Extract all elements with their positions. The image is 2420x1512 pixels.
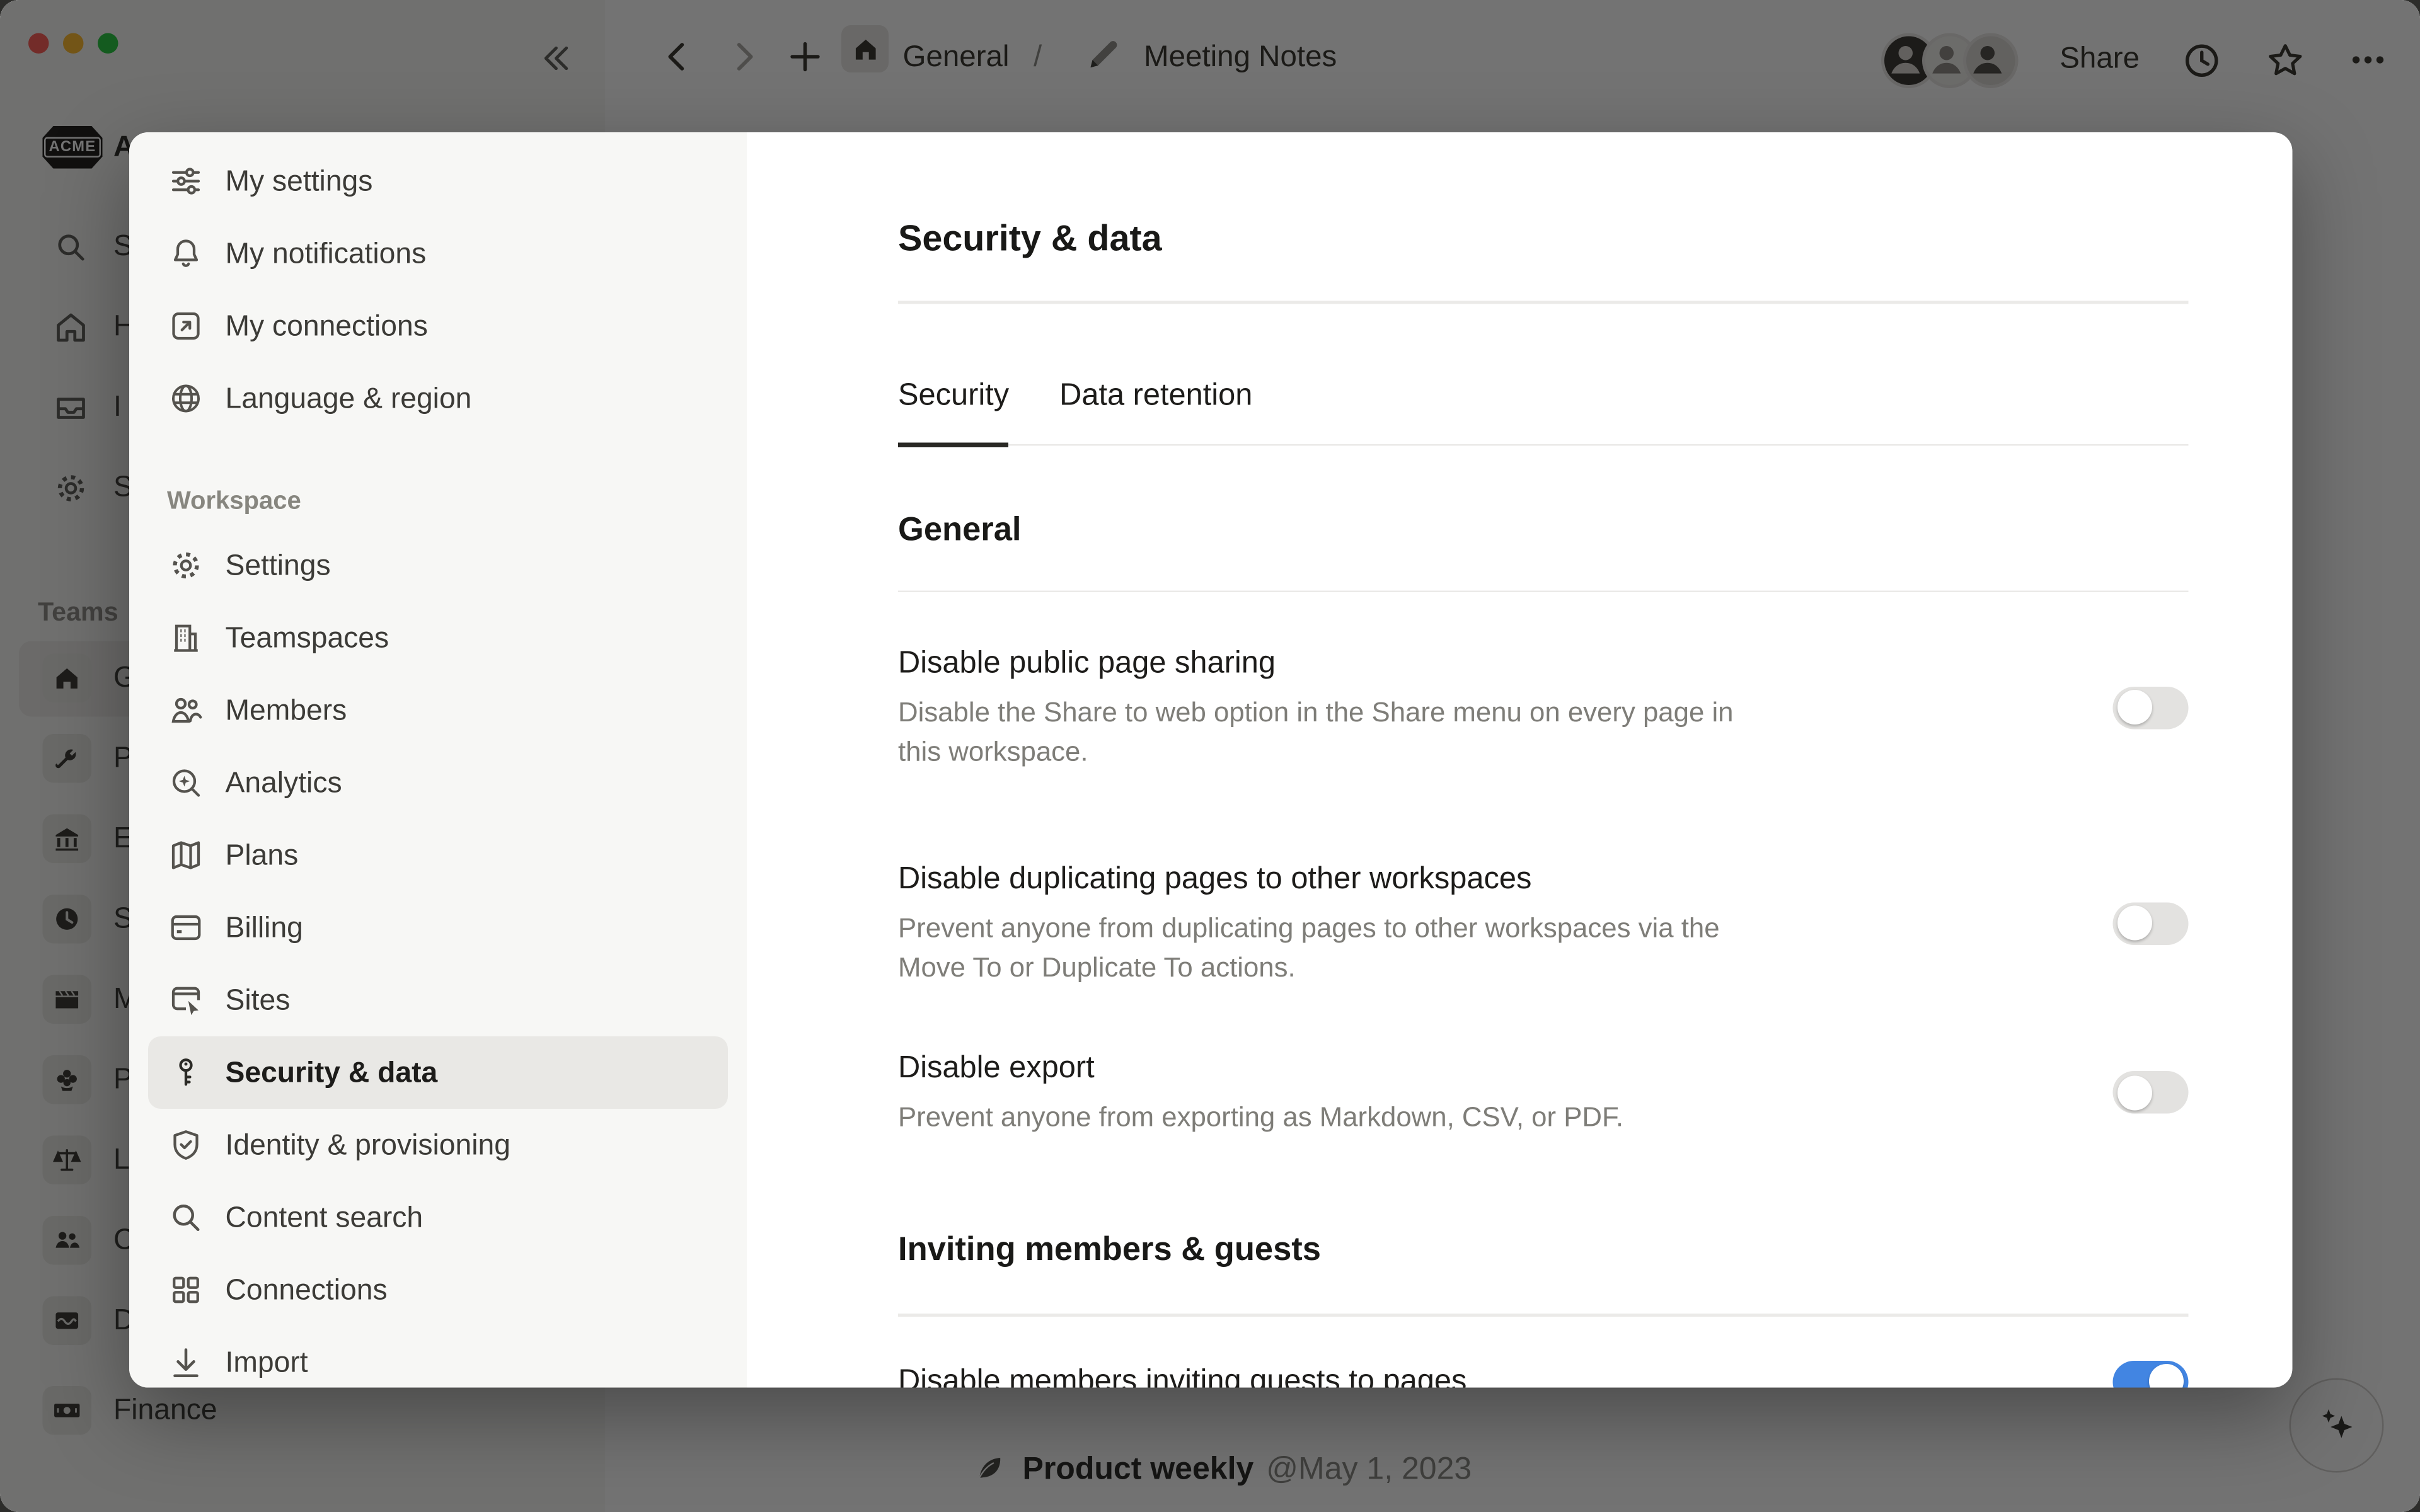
setting-description: Prevent anyone from duplicating pages to…: [898, 909, 1783, 988]
grid-icon: [167, 1271, 205, 1309]
map-icon: [167, 837, 205, 874]
import-arrow-icon: [167, 1344, 205, 1382]
search-icon: [167, 1199, 205, 1237]
setting-row-public-page-sharing: Disable public page sharing Disable the …: [898, 643, 2189, 772]
divider: [898, 301, 2189, 304]
globe-icon: [167, 380, 205, 418]
toggle-knob: [2118, 906, 2152, 941]
analytics-icon: [167, 764, 205, 802]
workspace-section-label: Workspace: [167, 488, 709, 517]
sites-icon: [167, 982, 205, 1019]
settings-modal: My settings My notifications My connecti…: [129, 132, 2293, 1388]
toggle-disable-public-page-sharing[interactable]: [2113, 686, 2189, 729]
building-icon: [167, 619, 205, 657]
setting-row-members-inviting-guests: Disable members inviting guests to pages: [898, 1360, 2189, 1388]
setting-row-disable-export: Disable export Prevent anyone from expor…: [898, 1048, 2189, 1138]
tab-bar: Security Data retention: [898, 377, 2189, 445]
sliders-icon: [167, 163, 205, 200]
nav-item-plans[interactable]: Plans: [148, 819, 728, 891]
nav-item-security-data[interactable]: Security & data: [148, 1036, 728, 1109]
section-header-inviting: Inviting members & guests: [898, 1232, 2189, 1269]
notion-window: General / Meeting Notes Share: [0, 0, 2420, 1512]
toggle-knob: [2149, 1364, 2184, 1388]
setting-description: Disable the Share to web option in the S…: [898, 693, 1783, 772]
bell-icon: [167, 235, 205, 273]
screen: General / Meeting Notes Share: [0, 0, 2420, 1512]
section-header-general: General: [898, 511, 2189, 549]
shield-check-icon: [167, 1126, 205, 1164]
nav-item-my-notifications[interactable]: My notifications: [148, 217, 728, 290]
setting-title: Disable members inviting guests to pages: [898, 1361, 1466, 1388]
gear-icon: [167, 547, 205, 585]
setting-title: Disable duplicating pages to other works…: [898, 859, 1783, 900]
card-icon: [167, 909, 205, 947]
members-icon: [167, 692, 205, 730]
toggle-disable-duplicating-pages[interactable]: [2113, 902, 2189, 944]
nav-item-my-connections[interactable]: My connections: [148, 290, 728, 362]
nav-item-settings[interactable]: Settings: [148, 529, 728, 602]
setting-title: Disable export: [898, 1048, 1623, 1089]
settings-nav: My settings My notifications My connecti…: [129, 132, 747, 1388]
nav-item-members[interactable]: Members: [148, 674, 728, 747]
nav-item-sites[interactable]: Sites: [148, 964, 728, 1036]
toggle-knob: [2118, 1075, 2152, 1109]
nav-item-teamspaces[interactable]: Teamspaces: [148, 602, 728, 674]
key-icon: [167, 1054, 205, 1092]
toggle-disable-export[interactable]: [2113, 1071, 2189, 1114]
nav-item-identity-provisioning[interactable]: Identity & provisioning: [148, 1109, 728, 1181]
setting-description: Prevent anyone from exporting as Markdow…: [898, 1098, 1623, 1138]
divider: [898, 590, 2189, 592]
tab-security[interactable]: Security: [898, 377, 1009, 447]
nav-item-import[interactable]: Import: [148, 1326, 728, 1388]
settings-page-title: Security & data: [898, 217, 2189, 260]
arrow-out-icon: [167, 307, 205, 345]
nav-item-analytics[interactable]: Analytics: [148, 747, 728, 819]
settings-content: Security & data Security Data retention …: [747, 132, 2293, 1388]
setting-title: Disable public page sharing: [898, 643, 1783, 684]
nav-item-connections[interactable]: Connections: [148, 1254, 728, 1326]
nav-item-content-search[interactable]: Content search: [148, 1181, 728, 1254]
nav-item-billing[interactable]: Billing: [148, 891, 728, 964]
setting-row-duplicating-pages: Disable duplicating pages to other works…: [898, 859, 2189, 988]
nav-item-language-region[interactable]: Language & region: [148, 362, 728, 435]
nav-item-my-settings[interactable]: My settings: [148, 145, 728, 217]
toggle-knob: [2118, 690, 2152, 724]
tab-data-retention[interactable]: Data retention: [1059, 377, 1252, 444]
divider: [898, 1314, 2189, 1316]
toggle-disable-members-inviting-guests[interactable]: [2113, 1360, 2189, 1388]
